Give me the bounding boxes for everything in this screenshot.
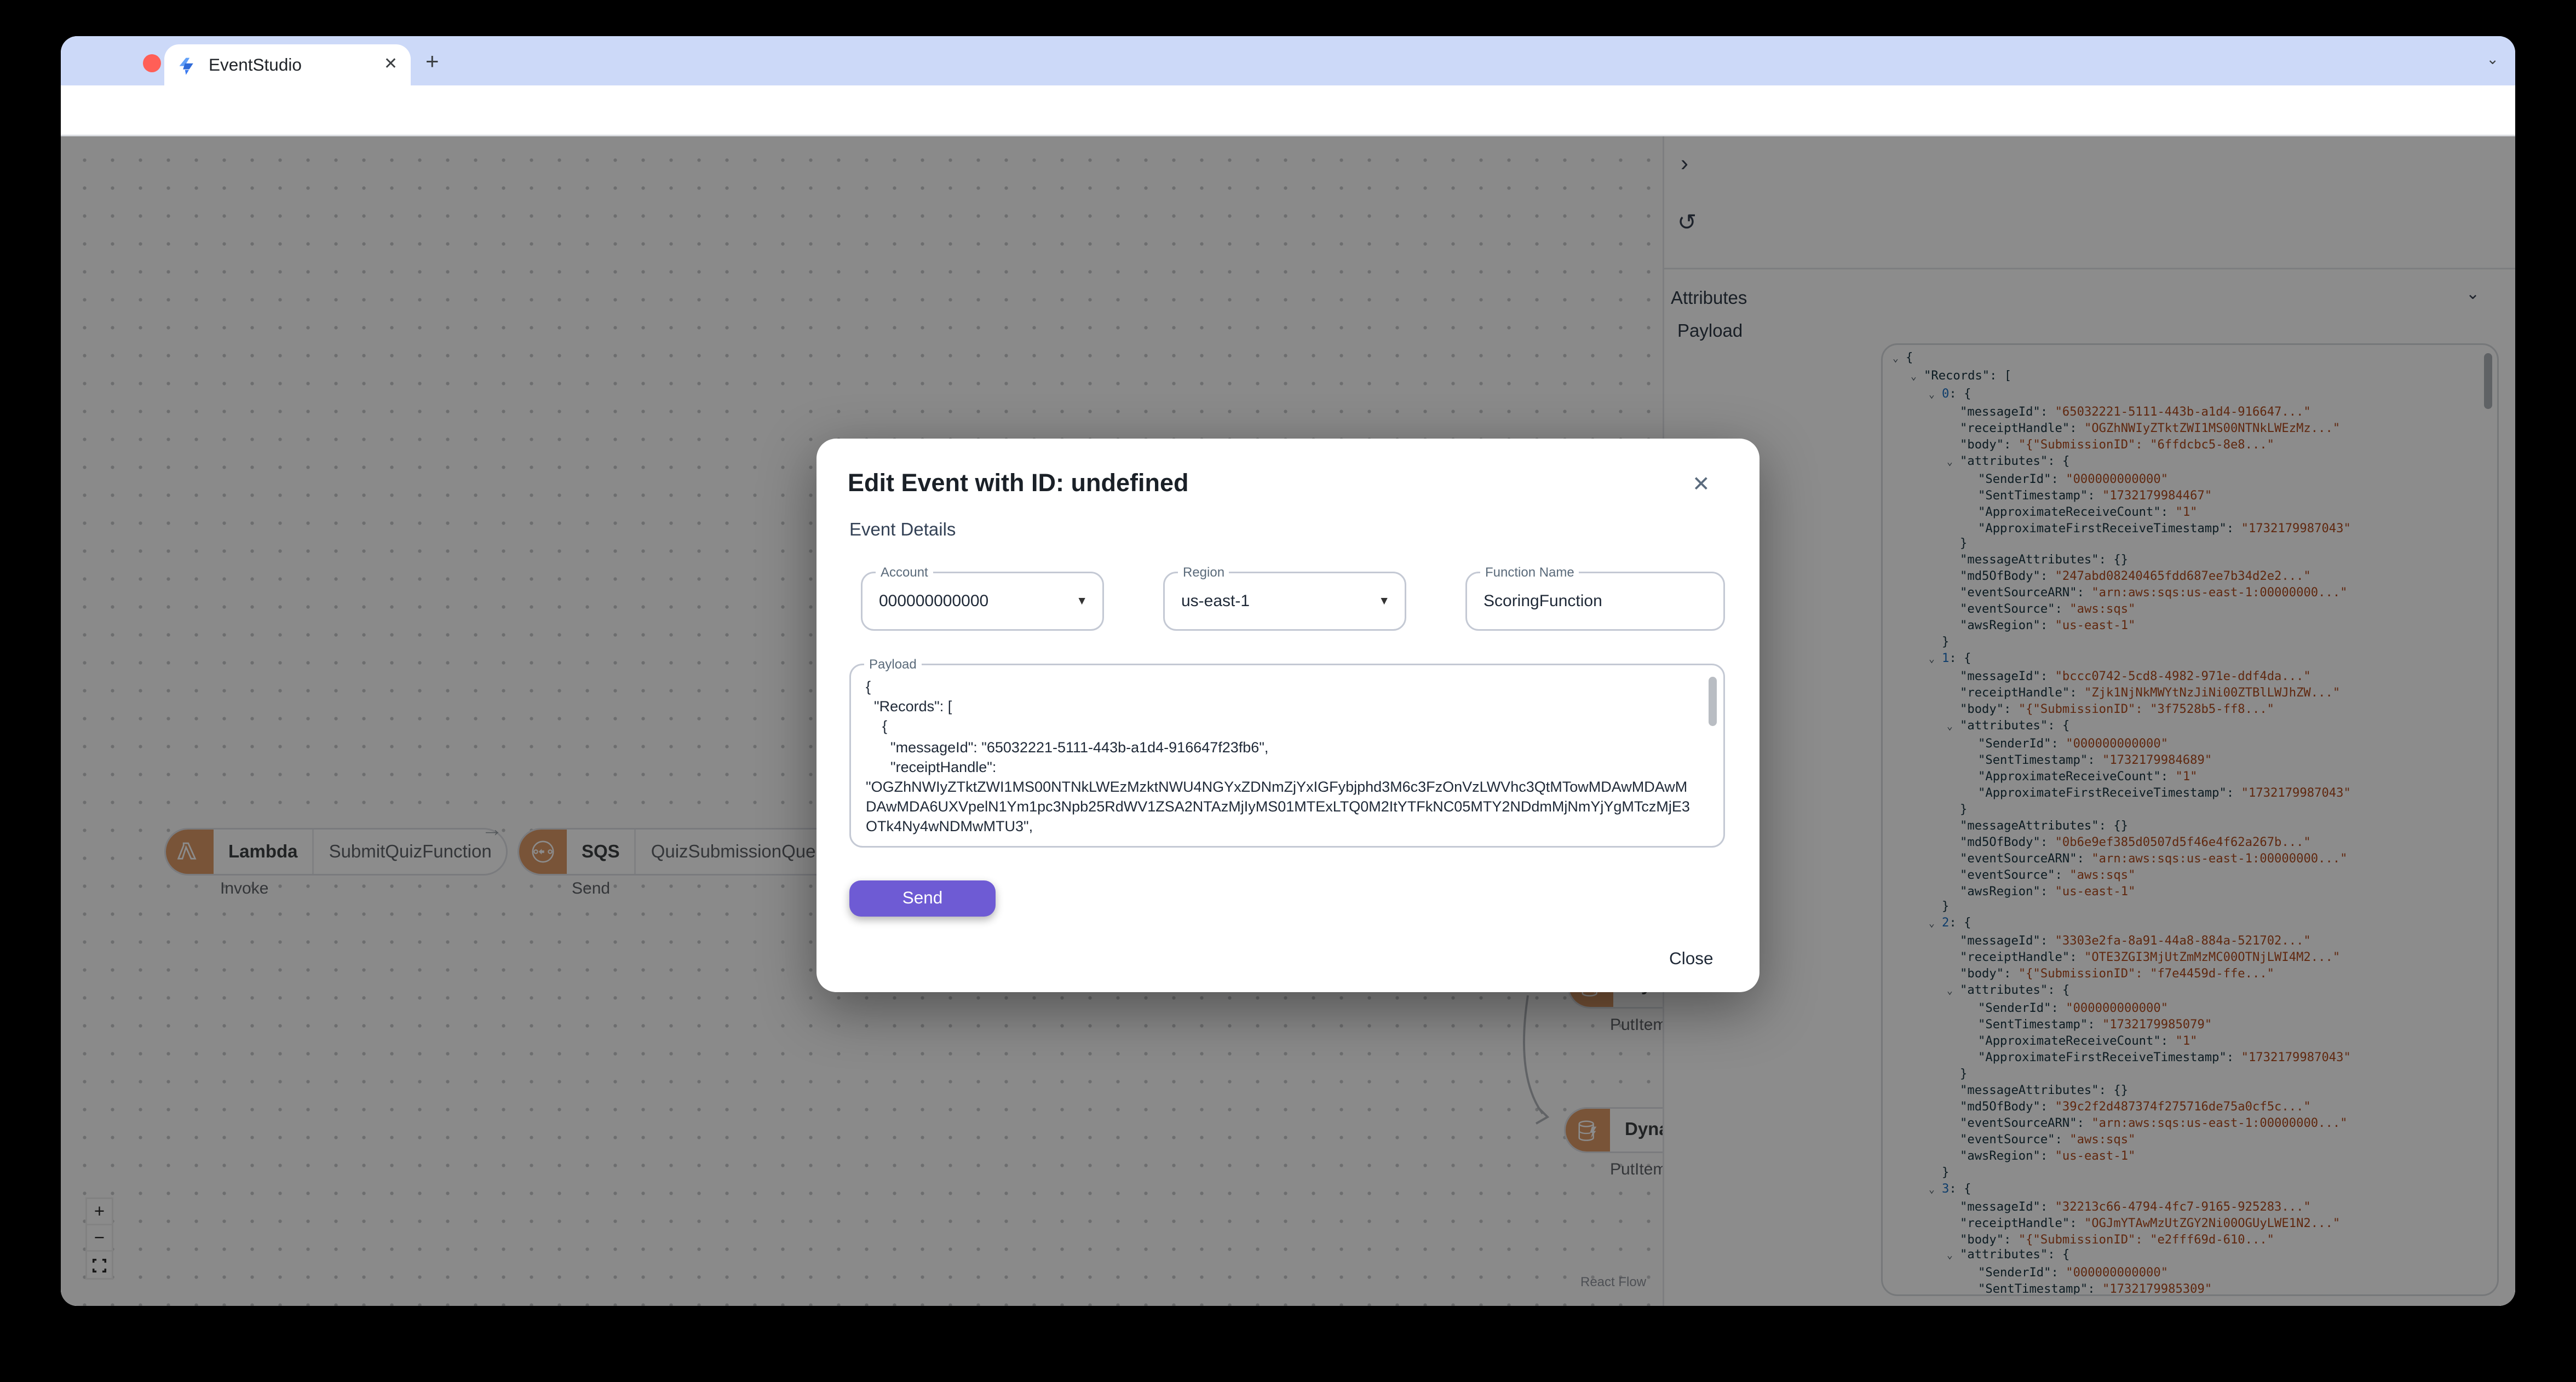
modal-close-button[interactable]: Close — [1669, 949, 1714, 969]
page-content: Lambda SubmitQuizFunction Invoke → SQS Q… — [61, 136, 2515, 1306]
payload-text[interactable]: { "Records": [ { "messageId": "65032221-… — [866, 677, 1695, 834]
tab-strip: EventStudio ✕ + ⌄ — [61, 36, 2515, 85]
browser-tab-eventstudio[interactable]: EventStudio ✕ — [164, 44, 411, 85]
payload-label: Payload — [864, 657, 922, 672]
payload-textarea[interactable]: Payload { "Records": [ { "messageId": "6… — [849, 657, 1725, 848]
tab-close-icon[interactable]: ✕ — [384, 56, 398, 74]
payload-scrollbar-thumb[interactable] — [1709, 677, 1717, 726]
region-value: us-east-1 — [1181, 592, 1250, 611]
account-select[interactable]: Account 000000000000 ▼ — [861, 565, 1104, 631]
new-tab-button[interactable]: + — [426, 49, 439, 72]
event-details-label: Event Details — [849, 521, 956, 540]
screenshot-stage: EventStudio ✕ + ⌄ Lambda SubmitQuizFunct… — [0, 0, 2576, 1382]
region-dropdown-icon[interactable]: ▼ — [1378, 596, 1390, 607]
account-dropdown-icon[interactable]: ▼ — [1076, 596, 1088, 607]
macos-close-button[interactable] — [143, 54, 161, 72]
region-select[interactable]: Region us-east-1 ▼ — [1163, 565, 1406, 631]
function-name-field[interactable]: Function Name ScoringFunction — [1465, 565, 1725, 631]
modal-close-icon[interactable]: ✕ — [1692, 471, 1710, 498]
send-button[interactable]: Send — [849, 880, 996, 917]
tab-strip-chevron-icon[interactable]: ⌄ — [2486, 51, 2499, 69]
region-label: Region — [1178, 565, 1230, 580]
function-name-label: Function Name — [1480, 565, 1579, 580]
account-label: Account — [876, 565, 933, 580]
function-name-value: ScoringFunction — [1484, 592, 1602, 611]
edit-event-modal: Edit Event with ID: undefined ✕ Event De… — [817, 439, 1760, 992]
account-value: 000000000000 — [879, 592, 989, 611]
tab-title: EventStudio — [209, 55, 302, 75]
browser-toolbar: eventstudio.localhost.localstack.cloud:4… — [61, 85, 2515, 181]
eventstudio-favicon-icon — [177, 55, 197, 75]
browser-window: EventStudio ✕ + ⌄ Lambda SubmitQuizFunct… — [61, 36, 2515, 1306]
modal-title: Edit Event with ID: undefined — [848, 470, 1189, 498]
